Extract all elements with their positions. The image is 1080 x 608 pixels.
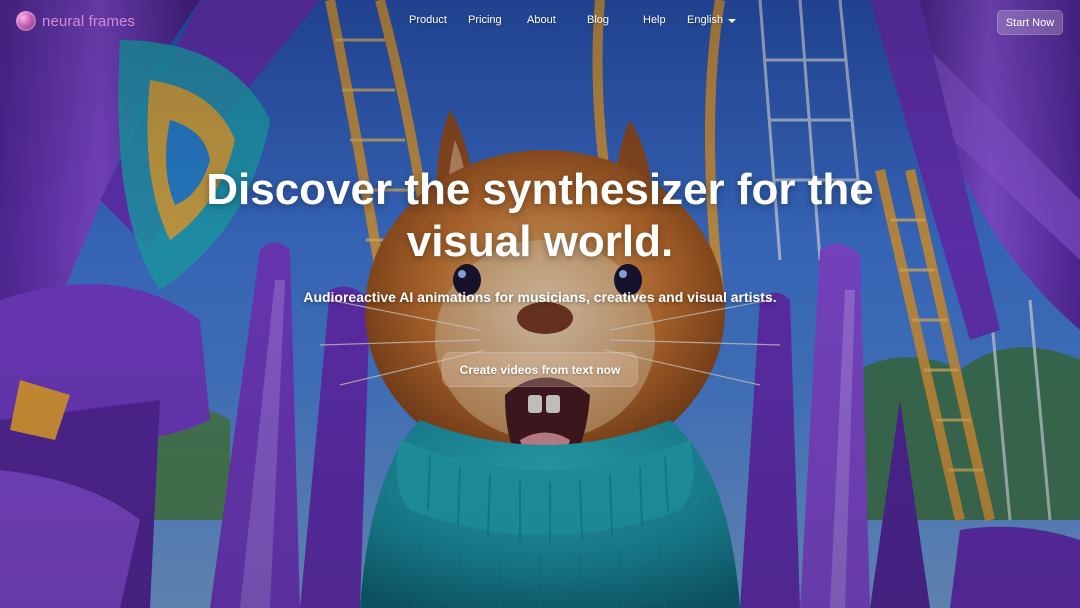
top-navbar: neural frames Product Pricing About Blog…	[0, 0, 1080, 44]
nav-menu: Product Pricing About Blog Help English	[0, 14, 1080, 32]
hero-title: Discover the synthesizer for the visual …	[206, 165, 874, 266]
chevron-down-icon	[728, 18, 737, 23]
language-label: English	[687, 14, 724, 26]
nav-item-pricing[interactable]: Pricing	[468, 14, 502, 26]
create-videos-button[interactable]: Create videos from text now	[442, 352, 638, 387]
nav-item-product[interactable]: Product	[409, 14, 447, 26]
hero-subtitle: Audioreactive AI animations for musician…	[303, 289, 777, 305]
nav-item-about[interactable]: About	[527, 14, 556, 26]
nav-item-blog[interactable]: Blog	[587, 14, 609, 26]
nav-item-help[interactable]: Help	[643, 14, 666, 26]
start-now-button[interactable]: Start Now	[997, 10, 1063, 35]
landing-page: neural frames Product Pricing About Blog…	[0, 0, 1080, 608]
language-selector[interactable]: English	[687, 14, 737, 26]
